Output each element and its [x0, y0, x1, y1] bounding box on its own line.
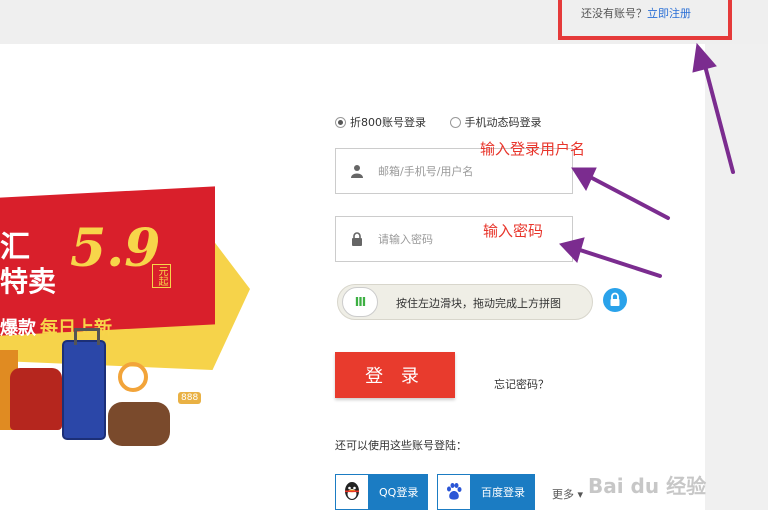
password-arrow	[578, 248, 662, 278]
baidu-paw-icon	[437, 474, 471, 510]
register-arrowhead	[692, 42, 717, 73]
annotation-arrows	[559, 42, 735, 278]
baidu-watermark: Bai du 经验	[588, 474, 707, 498]
username-arrow	[590, 176, 670, 220]
baidu-login-button[interactable]: 百度登录	[437, 474, 535, 510]
forgot-password-link[interactable]: 忘记密码？	[494, 376, 549, 392]
other-login-label: 还可以使用这些账号登陆：	[335, 439, 467, 452]
qq-login-label: QQ登录	[379, 486, 419, 499]
slider-handle[interactable]: III	[342, 287, 378, 317]
slider-captcha: III 按住左边滑块，拖动完成上方拼图	[337, 284, 593, 320]
qq-login-button[interactable]: QQ登录	[335, 474, 429, 510]
padlock-icon	[610, 292, 620, 306]
register-arrow	[702, 60, 735, 174]
slider-instruction: 按住左边滑块，拖动完成上方拼图	[396, 297, 561, 310]
password-arrowhead	[559, 237, 585, 263]
login-button[interactable]: 登 录	[335, 352, 455, 398]
captcha-lock-button[interactable]	[603, 288, 627, 312]
qq-penguin-icon	[335, 474, 369, 510]
baidu-login-label: 百度登录	[481, 486, 525, 499]
chevron-down-icon: ▾	[577, 488, 584, 501]
more-login-dropdown[interactable]: 更多 ▾	[552, 486, 583, 502]
